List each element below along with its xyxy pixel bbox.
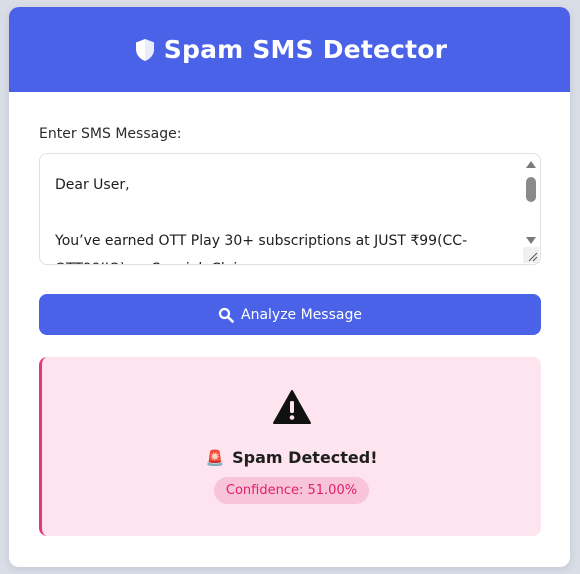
analyze-button-label: Analyze Message — [241, 306, 362, 323]
sms-message-text[interactable]: Dear User, You’ve earned OTT Play 30+ su… — [40, 154, 520, 264]
search-icon — [218, 307, 234, 323]
analyze-message-button[interactable]: Analyze Message — [39, 294, 541, 335]
resize-handle-icon[interactable] — [523, 247, 539, 263]
siren-icon: 🚨 — [205, 448, 225, 467]
scroll-thumb[interactable] — [526, 177, 536, 202]
scroll-down-arrow-icon[interactable] — [524, 234, 538, 246]
message-label: Enter SMS Message: — [39, 126, 182, 142]
sms-message-textarea[interactable]: Dear User, You’ve earned OTT Play 30+ su… — [39, 153, 541, 265]
warning-triangle-icon — [272, 390, 311, 424]
shield-icon — [132, 37, 158, 63]
textarea-scrollbar[interactable] — [523, 156, 538, 248]
detector-card: Spam SMS Detector Enter SMS Message: Dea… — [9, 7, 570, 567]
result-panel: 🚨 Spam Detected! Confidence: 51.00% — [39, 357, 541, 536]
result-title-text: Spam Detected! — [232, 448, 378, 467]
scroll-up-arrow-icon[interactable] — [524, 158, 538, 170]
result-title: 🚨 Spam Detected! — [205, 448, 377, 467]
header: Spam SMS Detector — [9, 7, 570, 92]
page-title: Spam SMS Detector — [163, 35, 448, 64]
confidence-badge: Confidence: 51.00% — [213, 477, 370, 504]
